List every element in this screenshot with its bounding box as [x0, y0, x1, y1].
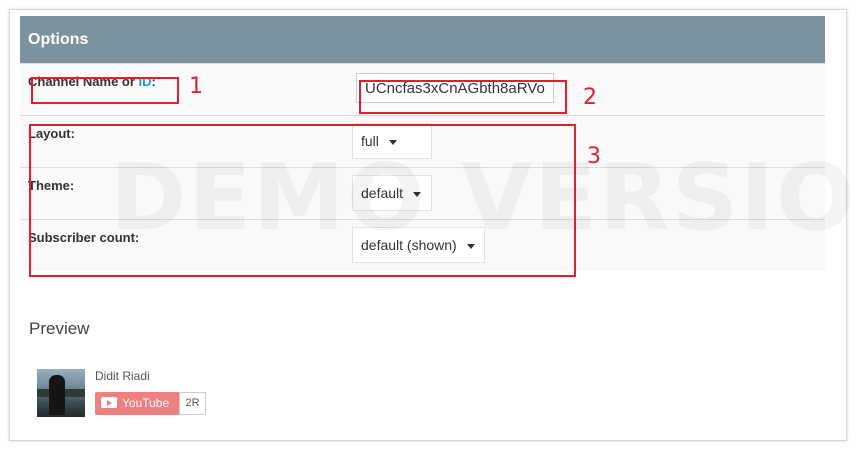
youtube-icon: [101, 397, 117, 409]
annotation-number-3: 3: [587, 144, 601, 169]
preview-title: Preview: [29, 319, 90, 338]
annotation-number-1: 1: [189, 74, 203, 99]
youtube-button-label: YouTube: [122, 396, 170, 410]
youtube-subscribe-button[interactable]: YouTube: [95, 392, 179, 415]
annotation-number-2: 2: [583, 85, 597, 110]
annotation-box-1: [31, 77, 179, 104]
avatar[interactable]: [37, 369, 85, 417]
channel-name[interactable]: Didit Riadi: [95, 369, 150, 383]
subscriber-count-badge: 2R: [179, 392, 206, 415]
options-header: Options: [20, 16, 825, 63]
avatar-figure: [49, 375, 65, 415]
annotation-box-2: [359, 80, 567, 114]
annotation-box-3: [29, 124, 576, 277]
